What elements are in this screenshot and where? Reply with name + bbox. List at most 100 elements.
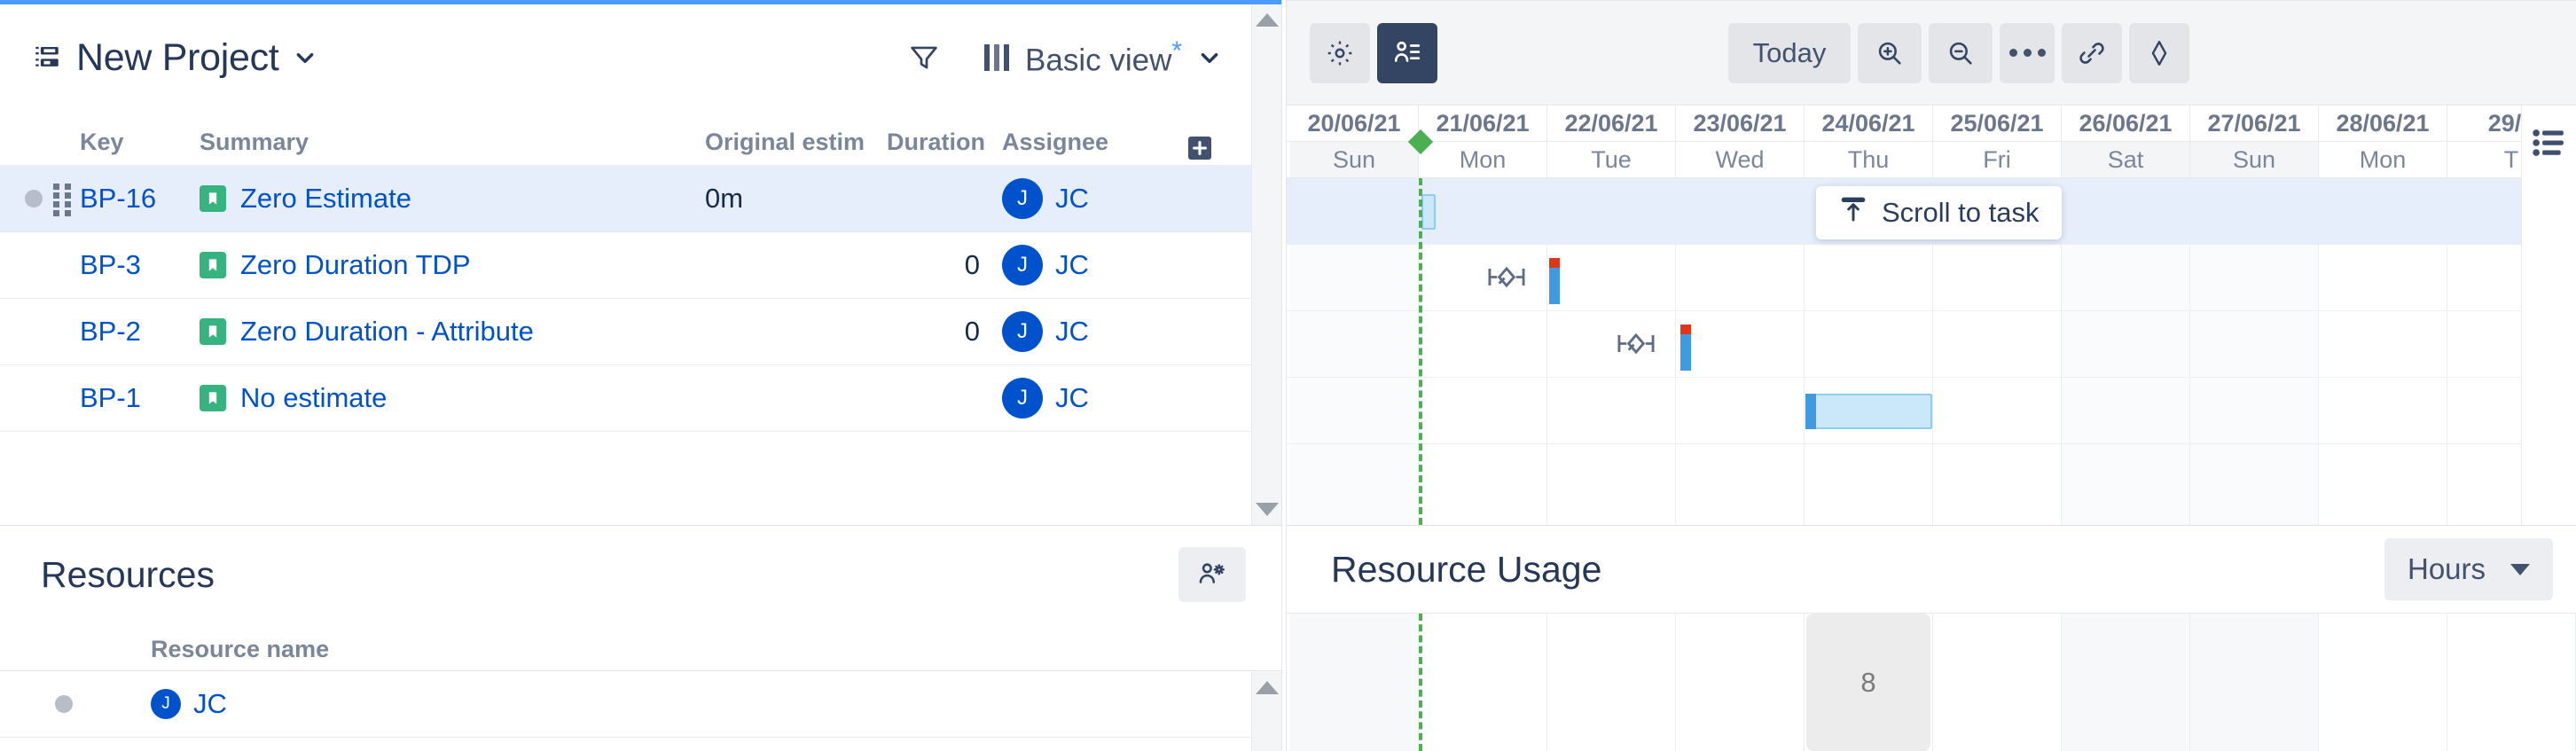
more-options-icon[interactable] (2000, 23, 2055, 83)
timeline-day: Tue (1547, 142, 1676, 177)
chevron-down-icon[interactable] (294, 46, 317, 69)
column-header-resource-name[interactable]: Resource name (151, 636, 329, 670)
row-gutter (0, 184, 80, 214)
timeline-day: Mon (1419, 142, 1547, 177)
scroll-down-arrow[interactable] (1256, 503, 1279, 516)
resources-vertical-scrollbar[interactable] (1251, 672, 1281, 751)
resources-header: Resources (0, 526, 1281, 623)
diamond-icon[interactable] (2129, 23, 2189, 83)
usage-cell[interactable] (2190, 614, 2319, 751)
resource-usage-grid: 8 (1287, 613, 2576, 751)
usage-cell[interactable] (2447, 614, 2576, 751)
cell-summary[interactable]: Zero Duration TDP (200, 249, 705, 281)
resource-name-cell[interactable]: J JC (151, 688, 227, 720)
resource-name-label: JC (193, 688, 227, 720)
cell-assignee[interactable]: J JC (1002, 311, 1188, 352)
cell-key[interactable]: BP-2 (80, 316, 200, 348)
manage-resources-icon[interactable] (1178, 547, 1246, 602)
usage-cell[interactable] (1676, 614, 1805, 751)
usage-cell[interactable]: 8 (1805, 614, 1933, 751)
timeline-day: Mon (2319, 142, 2447, 177)
status-dot (55, 695, 73, 713)
column-header-assignee[interactable]: Assignee (1002, 129, 1188, 165)
cell-summary[interactable]: Zero Estimate (200, 183, 705, 215)
resource-usage-title: Resource Usage (1331, 549, 1601, 591)
timeline-date-row: 20/06/21 21/06/21 22/06/21 23/06/21 24/0… (1287, 106, 2576, 142)
timeline-date: 25/06/21 (1933, 106, 2062, 141)
column-header-duration[interactable]: Duration (887, 129, 1002, 165)
list-item[interactable]: J JC (0, 671, 1281, 738)
gutter-header (0, 663, 151, 670)
story-icon (200, 252, 226, 278)
gutter-header (0, 156, 80, 165)
scroll-up-arrow[interactable] (1256, 13, 1279, 27)
gantt-bar-bp3[interactable] (1549, 267, 1560, 304)
cell-assignee[interactable]: J JC (1002, 378, 1188, 419)
usage-cell[interactable] (1933, 614, 2062, 751)
usage-unit-select[interactable]: Hours (2384, 538, 2553, 600)
timeline-date: 27/06/21 (2190, 106, 2319, 141)
table-row[interactable]: BP-2 Zero Duration - Attribute 0 J JC (0, 299, 1281, 365)
scroll-to-task-button[interactable]: Scroll to task (1816, 186, 2062, 239)
timeline-day: Sun (2190, 142, 2319, 177)
link-icon[interactable] (2062, 23, 2122, 83)
cell-original-estimate[interactable]: 0m (705, 183, 887, 215)
gantt-row[interactable] (1287, 245, 2576, 311)
column-header-original-estimate[interactable]: Original estim (705, 129, 887, 165)
status-dot (25, 190, 43, 207)
gantt-body[interactable]: Scroll to task (1287, 178, 2576, 525)
timeline-day: Fri (1933, 142, 2062, 177)
avatar: J (1002, 178, 1043, 219)
usage-cell[interactable] (2062, 614, 2190, 751)
scroll-up-arrow[interactable] (1256, 681, 1279, 694)
resource-icon[interactable] (1377, 23, 1437, 83)
gantt-bar-bp1[interactable] (1805, 394, 1932, 429)
usage-cell[interactable] (2319, 614, 2447, 751)
table-row[interactable]: BP-3 Zero Duration TDP 0 J JC (0, 232, 1281, 299)
gantt-row[interactable] (1287, 311, 2576, 378)
add-column-button[interactable] (1188, 137, 1211, 160)
chevron-down-icon[interactable] (1198, 46, 1221, 69)
table-row[interactable]: BP-16 Zero Estimate 0m J JC (0, 166, 1281, 232)
drag-handle[interactable] (53, 184, 73, 214)
table-row[interactable]: BP-1 No estimate J JC (0, 365, 1281, 432)
cell-duration[interactable]: 0 (887, 316, 1002, 348)
timeline-day: Sat (2062, 142, 2190, 177)
usage-value: 8 (1806, 614, 1930, 751)
gantt-bar-bp2[interactable] (1680, 333, 1691, 371)
timeline-day: Thu (1805, 142, 1933, 177)
cell-summary[interactable]: Zero Duration - Attribute (200, 316, 705, 348)
usage-unit-label: Hours (2408, 552, 2486, 586)
usage-cell[interactable] (1290, 614, 1419, 751)
column-header-summary[interactable]: Summary (200, 129, 705, 165)
cell-summary[interactable]: No estimate (200, 382, 705, 414)
page-title: New Project (76, 36, 279, 80)
view-name: Basic view (1025, 43, 1171, 78)
cell-key[interactable]: BP-1 (80, 382, 200, 414)
view-selector[interactable]: Basic view* (984, 36, 1221, 79)
usage-cell[interactable] (1547, 614, 1676, 751)
list-icon[interactable] (2533, 129, 2566, 157)
cell-assignee[interactable]: J JC (1002, 178, 1188, 219)
zoom-out-icon[interactable] (1929, 23, 1993, 83)
grid-rows: BP-16 Zero Estimate 0m J JC (0, 166, 1281, 525)
cell-key[interactable]: BP-16 (80, 183, 200, 215)
cell-assignee[interactable]: J JC (1002, 245, 1188, 286)
story-icon (200, 185, 226, 212)
gear-icon[interactable] (1310, 23, 1370, 83)
bar-left-cap (1805, 394, 1816, 429)
column-header-key[interactable]: Key (80, 129, 200, 165)
project-selector[interactable]: New Project (32, 36, 317, 80)
today-button[interactable]: Today (1728, 23, 1851, 83)
bar-left-cap (1549, 267, 1560, 304)
task-grid-panel: New Project Basic view* (0, 0, 1281, 525)
cell-key[interactable]: BP-3 (80, 249, 200, 281)
gantt-bar-bp16[interactable] (1421, 194, 1436, 230)
grid-vertical-scrollbar[interactable] (1251, 4, 1281, 525)
today-line (1419, 178, 1422, 525)
zoom-in-icon[interactable] (1858, 23, 1922, 83)
usage-cell[interactable] (1419, 614, 1547, 751)
cell-duration[interactable]: 0 (887, 249, 1002, 281)
funnel-icon[interactable] (906, 40, 942, 75)
avatar: J (151, 689, 181, 719)
